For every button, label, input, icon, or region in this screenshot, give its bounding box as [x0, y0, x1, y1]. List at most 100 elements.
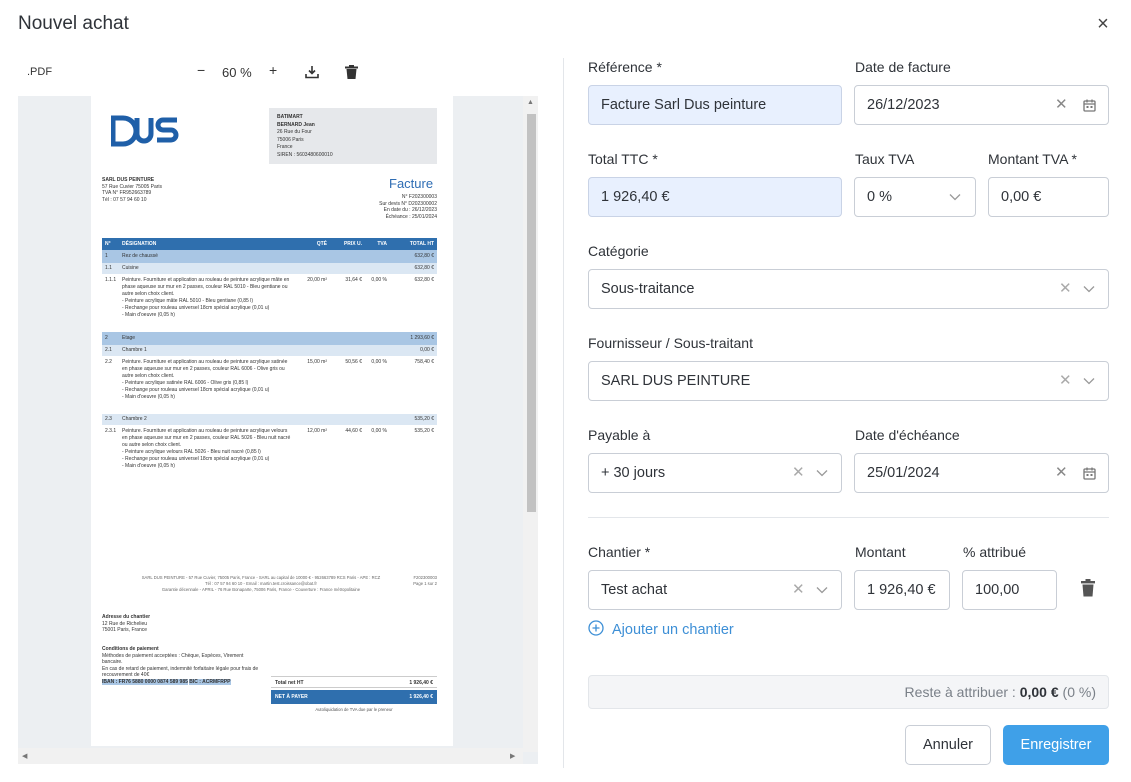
table-row: 2.2 Peinture. Fourniture et application … — [102, 356, 437, 414]
site-address-line: 75001 Paris, France — [102, 627, 148, 633]
invoice-date-value: 26/12/2023 — [867, 97, 940, 113]
payment-line: En cas de retard de paiement, indemnité … — [102, 665, 259, 679]
payable-label: Payable à — [588, 427, 651, 443]
supplier-address-box: BATIMART BERNARD Jean 26 Rue du Four 750… — [269, 108, 437, 164]
total-ttc-input[interactable]: 1 926,40 € — [588, 177, 842, 217]
percent-input[interactable]: 100,00 — [962, 570, 1057, 610]
row-description: Peinture. Fourniture et application au r… — [122, 359, 292, 414]
table-row: 1.1.1 Peinture. Fourniture et applicatio… — [102, 274, 437, 332]
supplier-select[interactable]: SARL DUS PEINTURE ✕ — [588, 361, 1109, 401]
remaining-value: 0,00 € — [1019, 684, 1059, 700]
calendar-icon[interactable] — [1083, 86, 1096, 124]
autoliquidation-note: Autoliquidation de TVA due par le preneu… — [315, 707, 393, 712]
reference-input[interactable]: Facture Sarl Dus peinture — [588, 85, 842, 125]
remaining-label: Reste à attribuer : — [904, 684, 1016, 700]
amount-label: Montant — [855, 544, 906, 560]
chevron-down-icon[interactable] — [816, 571, 828, 609]
vertical-scrollbar[interactable]: ▲ — [523, 96, 538, 752]
bic-text: BIC : ACRMFRPP — [189, 678, 231, 685]
row-total: 535,20 € — [414, 416, 434, 422]
col-vat: TVA — [377, 241, 387, 247]
due-date-label: Date d'échéance — [855, 427, 960, 443]
net-pay-label: NET À PAYER — [275, 694, 308, 700]
zoom-in-button[interactable]: + — [269, 62, 277, 78]
row-detail: - Peinture acrylique velours RAL 5026 - … — [122, 449, 261, 455]
col-number: N° — [105, 241, 111, 247]
payable-value: + 30 jours — [601, 465, 666, 481]
reference-value: Facture Sarl Dus peinture — [601, 97, 767, 113]
row-label: Chambre 2 — [122, 416, 147, 422]
row-detail: - Rechange pour rouleau universel 18cm s… — [122, 305, 270, 311]
supplier-name: BATIMART — [277, 114, 303, 120]
supplier-line: SIREN : 5603480600010 — [277, 151, 333, 158]
pdf-viewer[interactable]: BATIMART BERNARD Jean 26 Rue du Four 750… — [18, 96, 538, 764]
row-total: 632,80 € — [414, 277, 434, 283]
row-number: 2.3.1 — [105, 428, 117, 434]
chevron-down-icon[interactable] — [1083, 270, 1095, 308]
trash-icon[interactable] — [1081, 579, 1095, 602]
row-detail: - Rechange pour rouleau universel 18cm s… — [122, 387, 270, 393]
row-detail: - Main d'oeuvre (0,05 h) — [122, 312, 175, 318]
reference-label: Référence * — [588, 59, 662, 75]
page-footer-ref: F202300003 Page 1 sur 2 — [407, 575, 437, 587]
company-logo — [111, 115, 179, 147]
issuer-line: Tél : 07 57 94 60 10 — [102, 196, 147, 203]
row-number: 1 — [105, 253, 108, 259]
row-label: Rez de chaussé — [122, 253, 158, 259]
percent-value: 100,00 — [975, 582, 1020, 598]
total-ttc-value: 1 926,40 € — [601, 189, 670, 205]
payable-select[interactable]: + 30 jours ✕ — [588, 453, 842, 493]
clear-icon[interactable]: ✕ — [1059, 362, 1072, 400]
site-value: Test achat — [601, 582, 668, 598]
plus-circle-icon — [588, 620, 604, 640]
zoom-out-button[interactable]: − — [197, 62, 205, 78]
table-row: 2 Etage 1 293,60 € — [102, 332, 437, 345]
due-date-input[interactable]: 25/01/2024 ✕ — [854, 453, 1109, 493]
category-select[interactable]: Sous-traitance ✕ — [588, 269, 1109, 309]
clear-icon[interactable]: ✕ — [1055, 454, 1068, 492]
table-row: 2.1 Chambre 1 0,00 € — [102, 345, 437, 356]
download-icon[interactable] — [305, 65, 319, 82]
net-pay-row: NET À PAYER 1 926,40 € — [271, 690, 437, 704]
row-description: Peinture. Fourniture et application au r… — [122, 277, 292, 332]
chevron-down-icon[interactable] — [1083, 362, 1095, 400]
invoice-date-input[interactable]: 26/12/2023 ✕ — [854, 85, 1109, 125]
percent-label: % attribué — [963, 544, 1027, 560]
vat-amount-input[interactable]: 0,00 € — [988, 177, 1109, 217]
add-site-link[interactable]: Ajouter un chantier — [588, 620, 734, 640]
chevron-down-icon[interactable] — [949, 178, 961, 216]
row-number: 2.2 — [105, 359, 112, 365]
clear-icon[interactable]: ✕ — [1059, 270, 1072, 308]
scroll-right-icon[interactable]: ▶ — [510, 752, 515, 760]
row-qty: 20,00 m² — [307, 277, 327, 283]
zoom-level: 60 % — [222, 65, 252, 80]
clear-icon[interactable]: ✕ — [1055, 86, 1068, 124]
total-net-value: 1 926,40 € — [409, 680, 433, 686]
scroll-left-icon[interactable]: ◀ — [22, 752, 27, 760]
category-label: Catégorie — [588, 243, 649, 259]
scroll-up-icon[interactable]: ▲ — [527, 99, 534, 106]
clear-icon[interactable]: ✕ — [792, 571, 805, 609]
scroll-thumb[interactable] — [527, 114, 536, 512]
row-total: 632,80 € — [414, 253, 434, 259]
due-date-value: 25/01/2024 — [867, 465, 940, 481]
site-select[interactable]: Test achat ✕ — [588, 570, 842, 610]
row-detail: - Peinture acrylique mâte RAL 5010 - Ble… — [122, 298, 253, 304]
cancel-button[interactable]: Annuler — [905, 725, 991, 765]
row-label: Chambre 1 — [122, 347, 147, 353]
row-number: 2.1 — [105, 347, 112, 353]
horizontal-scrollbar[interactable]: ◀ ▶ — [18, 748, 523, 764]
amount-input[interactable]: 1 926,40 € — [854, 570, 950, 610]
save-button[interactable]: Enregistrer — [1003, 725, 1109, 765]
total-net-label: Total net HT — [275, 680, 304, 686]
clear-icon[interactable]: ✕ — [792, 454, 805, 492]
chevron-down-icon[interactable] — [816, 454, 828, 492]
delete-file-icon[interactable] — [345, 65, 358, 82]
remaining-percent: (0 %) — [1062, 684, 1096, 700]
calendar-icon[interactable] — [1083, 454, 1096, 492]
vat-rate-select[interactable]: 0 % — [854, 177, 976, 217]
row-vat: 0,00 % — [371, 359, 387, 365]
supplier-contact: BERNARD Jean — [277, 121, 315, 128]
close-icon[interactable]: × — [1094, 14, 1112, 34]
row-label: Cuisine — [122, 265, 139, 271]
